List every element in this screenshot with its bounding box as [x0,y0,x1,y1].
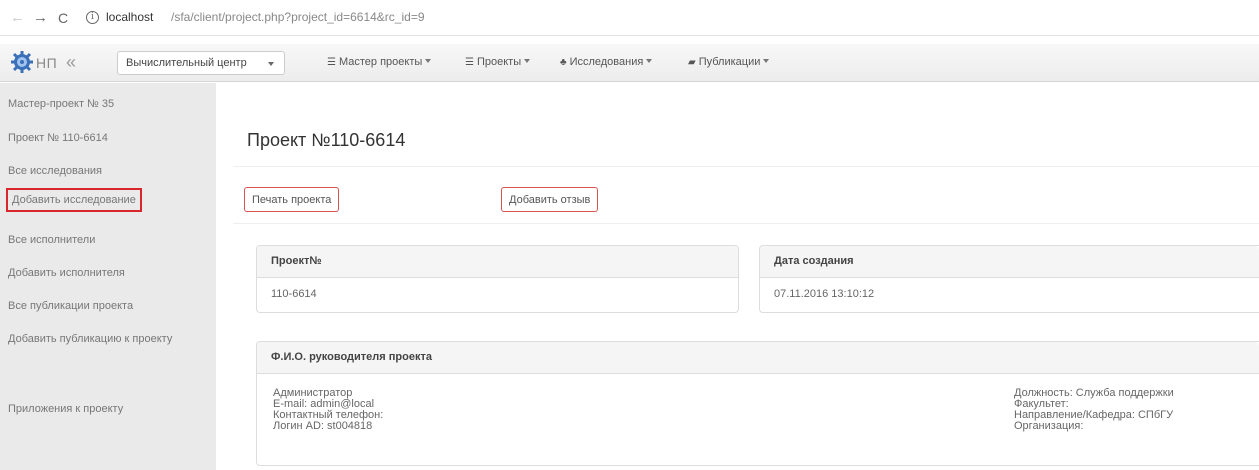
lead-contact-info: Администратор E-mail: admin@local Контак… [273,388,383,432]
collapse-sidebar-icon[interactable]: « [66,52,76,73]
sitemap-icon: ♣ [560,57,567,68]
sidebar-item-add-executor[interactable]: Добавить исполнителя [8,267,125,279]
url-host: localhost [106,10,154,24]
print-project-button[interactable]: Печать проекта [244,187,340,212]
sidebar-item-add-research[interactable]: Добавить исследование [6,188,142,212]
menu-label: Мастер проекты [338,56,423,68]
project-number-value: 110-6614 [271,288,317,300]
divider [233,223,1259,224]
sidebar-item-all-executors[interactable]: Все исполнители [8,234,95,246]
panel-heading: Ф.И.О. руководителя проекта [257,342,1259,374]
menu-label: Проекты [476,56,522,68]
creation-date-value: 07.11.2016 13:10:12 [774,288,875,300]
lead-login: Логин AD: st004818 [273,420,373,432]
sidebar: Мастер-проект № 35 Проект № 110-6614 Все… [0,83,216,470]
reload-icon[interactable]: C [58,10,68,26]
project-number-panel: Проект№ 110-6614 [256,245,739,313]
menu-master-projects[interactable]: ☰ Мастер проекты [327,56,432,68]
panel-heading: Проект№ [257,246,738,278]
list-icon: ☰ [327,57,336,68]
sidebar-item-add-publication[interactable]: Добавить публикацию к проекту [8,333,172,345]
sidebar-item-all-publications[interactable]: Все публикации проекта [8,300,133,312]
list-icon: ☰ [465,57,474,68]
browser-address-bar: ← → C i localhost /sfa/client/project.ph… [0,0,1259,36]
caret-down-icon [763,59,770,63]
logo-text[interactable]: НП [36,55,57,71]
menu-research[interactable]: ♣ Исследования [560,56,653,68]
menu-publications[interactable]: ▰ Публикации [688,56,770,68]
creation-date-panel: Дата создания 07.11.2016 13:10:12 [759,245,1259,313]
menu-label: Публикации [698,56,761,68]
info-icon[interactable]: i [86,11,99,24]
center-select[interactable]: Вычислительный центр [117,51,285,75]
sidebar-item-attachments[interactable]: Приложения к проекту [8,403,123,415]
forward-arrow-icon[interactable]: → [33,10,48,26]
caret-down-icon [425,59,432,63]
caret-down-icon [268,62,274,66]
menu-label: Исследования [569,56,644,68]
caret-down-icon [646,59,653,63]
add-review-button[interactable]: Добавить отзыв [501,187,599,212]
book-icon: ▰ [688,57,696,68]
url-field[interactable]: i localhost /sfa/client/project.php?proj… [82,6,1252,30]
sidebar-item-project[interactable]: Проект № 110-6614 [8,132,108,144]
project-lead-panel: Ф.И.О. руководителя проекта Администрато… [256,341,1259,466]
url-path: /sfa/client/project.php?project_id=6614&… [171,10,425,24]
center-select-value: Вычислительный центр [126,57,247,69]
logo-gear-icon[interactable] [10,50,34,74]
page-title: Проект №110-6614 [247,130,406,150]
panel-heading: Дата создания [760,246,1259,278]
app-navbar: НП « Вычислительный центр ☰ Мастер проект… [0,44,1259,82]
menu-projects[interactable]: ☰ Проекты [465,56,531,68]
back-arrow-icon[interactable]: ← [10,10,25,26]
lead-organization: Организация: [1014,420,1084,432]
caret-down-icon [524,59,531,63]
divider [233,166,1259,167]
sidebar-item-master-project[interactable]: Мастер-проект № 35 [8,98,114,110]
sidebar-item-all-research[interactable]: Все исследования [8,165,102,177]
lead-position-info: Должность: Служба поддержки Факультет: Н… [1014,388,1174,432]
